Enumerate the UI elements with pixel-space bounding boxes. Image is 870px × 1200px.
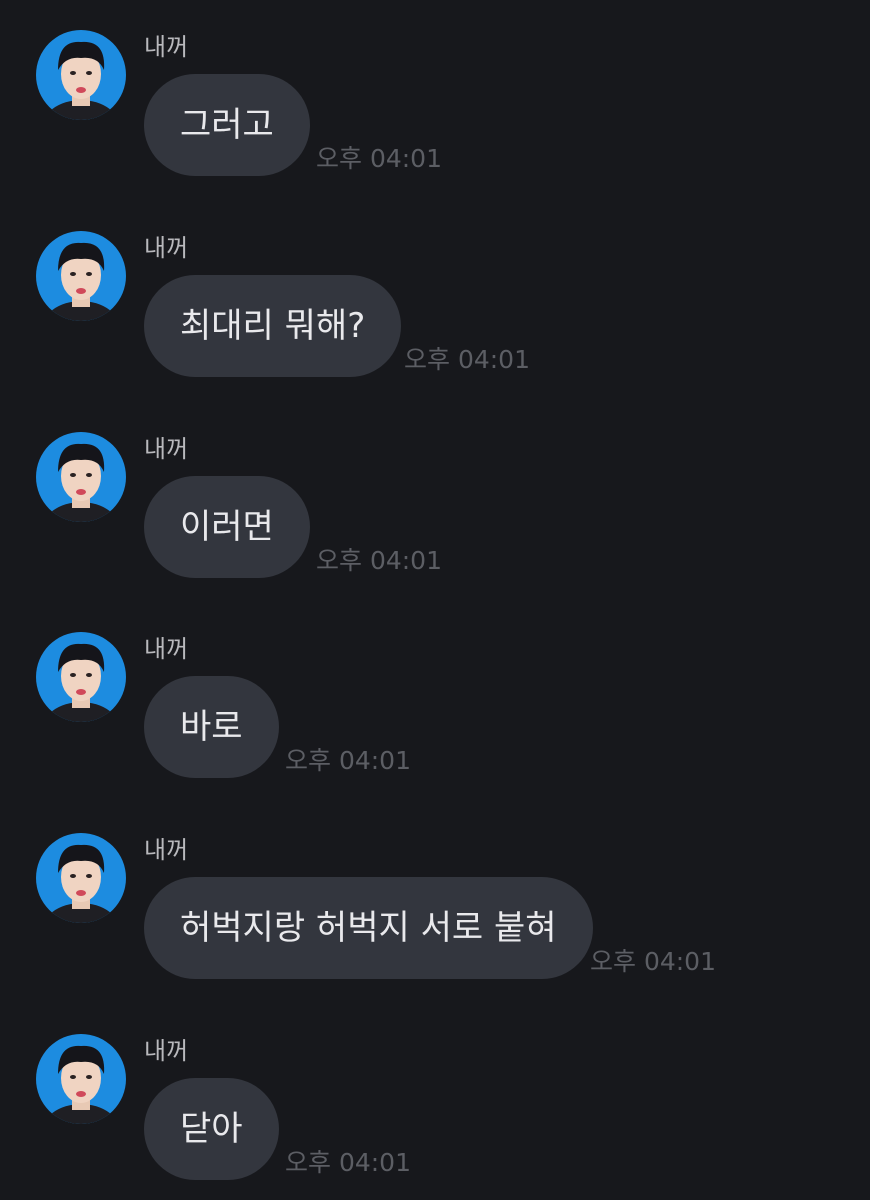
message-row: 내꺼 허벅지랑 허벅지 서로 붙혀 오후 04:01: [0, 833, 870, 993]
message-time: 오후 04:01: [590, 947, 716, 976]
sender-name: 내꺼: [144, 1037, 189, 1065]
avatar[interactable]: [36, 30, 126, 120]
message-time: 오후 04:01: [316, 546, 442, 575]
message-bubble[interactable]: 닫아: [144, 1078, 279, 1180]
chat-thread[interactable]: 내꺼 그러고 오후 04:01 내꺼 최대리 뭐해? 오후 04:01 내꺼 이…: [0, 0, 870, 1200]
sender-name: 내꺼: [144, 836, 189, 864]
message-bubble[interactable]: 이러면: [144, 476, 310, 578]
avatar[interactable]: [36, 1034, 126, 1124]
message-bubble[interactable]: 허벅지랑 허벅지 서로 붙혀: [144, 877, 593, 979]
message-time: 오후 04:01: [316, 144, 442, 173]
message-row: 내꺼 닫아 오후 04:01: [0, 1034, 870, 1194]
sender-name: 내꺼: [144, 635, 189, 663]
message-row: 내꺼 이러면 오후 04:01: [0, 432, 870, 592]
message-bubble[interactable]: 바로: [144, 676, 279, 778]
sender-name: 내꺼: [144, 234, 189, 262]
avatar[interactable]: [36, 833, 126, 923]
message-row: 내꺼 그러고 오후 04:01: [0, 30, 870, 190]
message-time: 오후 04:01: [285, 1148, 411, 1177]
message-row: 내꺼 바로 오후 04:01: [0, 632, 870, 792]
sender-name: 내꺼: [144, 435, 189, 463]
message-time: 오후 04:01: [285, 746, 411, 775]
message-bubble[interactable]: 그러고: [144, 74, 310, 176]
message-time: 오후 04:01: [404, 345, 530, 374]
message-bubble[interactable]: 최대리 뭐해?: [144, 275, 402, 377]
avatar[interactable]: [36, 632, 126, 722]
avatar[interactable]: [36, 432, 126, 522]
sender-name: 내꺼: [144, 33, 189, 61]
message-row: 내꺼 최대리 뭐해? 오후 04:01: [0, 231, 870, 391]
avatar[interactable]: [36, 231, 126, 321]
